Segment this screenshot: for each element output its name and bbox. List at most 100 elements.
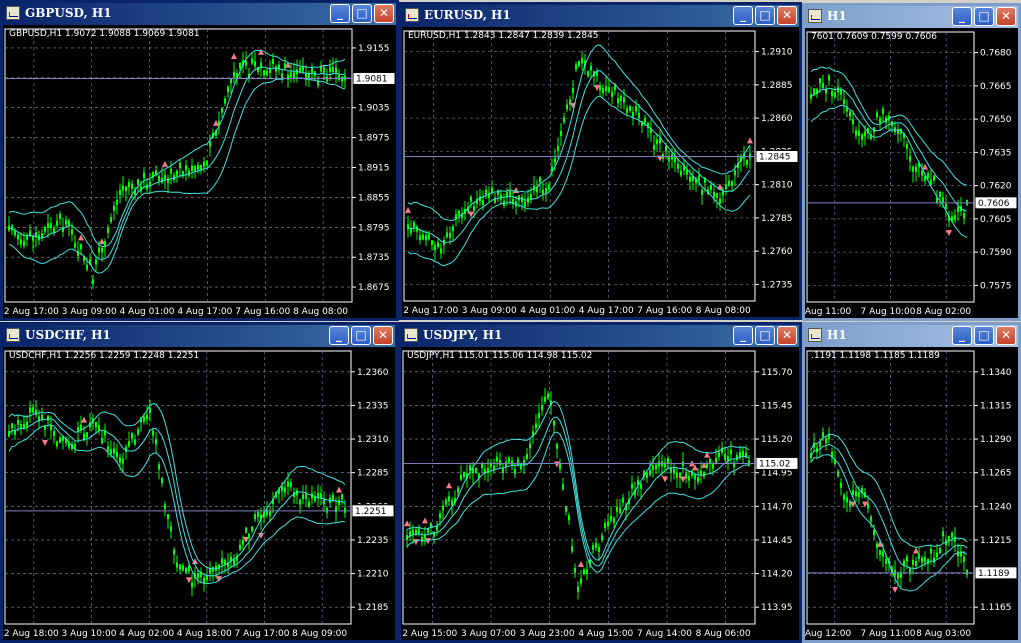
chart-window-gbpusd[interactable]: GBPUSD, H1 _□✕ 1.91551.90951.90351.89751.8… (0, 0, 399, 321)
close-button[interactable]: ✕ (374, 4, 394, 23)
title-bar[interactable]: USDJPY, H1 _ □ ✕ (401, 325, 799, 347)
price-chart[interactable]: 1.29101.28851.28601.28351.28101.27851.27… (402, 27, 799, 317)
y-axis-tick: 1.8915 (358, 164, 390, 174)
x-axis-tick: 4 Aug 02:00 (119, 629, 174, 639)
fractal-arrow (446, 482, 452, 489)
price-chart[interactable]: 1.23601.23351.23101.22851.22601.22351.22… (3, 347, 395, 640)
price-chart[interactable]: 115.70 115.45 115.20 114.95 114.70 114.45 114.… (401, 347, 799, 640)
chart-window-icon[interactable] (6, 6, 20, 20)
price-chart[interactable]: 0.7680 0.7665 0.7650 0.7635 0.7620 0.7605 0.75… (805, 28, 1018, 318)
x-axis-tick: 8 Aug 08:00 (696, 306, 751, 316)
fractal-arrow (913, 547, 919, 554)
x-axis-tick: 8 Aug 08:00 (293, 307, 348, 317)
price-chart[interactable]: 1.1340 1.1315 1.1290 1.1265 1.1240 1.1215 1.11… (805, 347, 1018, 640)
fractal-arrow (404, 520, 410, 527)
y-axis-tick: 0.7575 (980, 281, 1012, 291)
close-button[interactable]: ✕ (777, 6, 797, 25)
fractal-arrow (258, 48, 264, 55)
y-axis-tick: 1.2735 (761, 280, 793, 290)
y-axis-tick: 1.2335 (357, 401, 389, 411)
minimize-button[interactable]: _ (952, 7, 972, 26)
band-line (406, 431, 750, 573)
y-axis-tick: 1.1340 (980, 368, 1012, 378)
y-axis-tick: 1.2760 (761, 247, 793, 257)
x-axis-tick: 2 Aug 17:00 (4, 307, 59, 317)
y-axis-tick: 114.70 (761, 502, 793, 512)
title-bar[interactable]: EURUSD, H1 _ □ ✕ (402, 5, 799, 27)
y-axis-tick: 1.2210 (357, 570, 389, 580)
chart-window-icon[interactable] (6, 328, 20, 342)
title-bar[interactable]: H1 _ □ ✕ (805, 6, 1018, 28)
chart-window-icon[interactable] (808, 9, 822, 23)
y-axis-tick: 1.2810 (761, 181, 793, 191)
window-title: EURUSD, H1 (424, 8, 511, 22)
y-axis-tick: 115.45 (761, 401, 793, 411)
band-line (9, 66, 346, 261)
y-axis-tick: 1.2885 (761, 81, 793, 91)
symbol-info: USDCHF,H1 1.2256 1.2259 1.2248 1.2251 (9, 351, 200, 361)
close-button[interactable]: ✕ (373, 326, 393, 345)
x-axis-tick: 2 Aug 15:00 (402, 629, 457, 639)
x-axis-tick: 7 Aug 10:00 (861, 307, 916, 317)
close-button[interactable]: ✕ (996, 326, 1016, 345)
chart-window-icon[interactable] (808, 328, 822, 342)
x-axis-tick: 7 Aug 17:00 (235, 629, 290, 639)
chart-window-icon[interactable] (404, 328, 418, 342)
title-bar[interactable]: USDCHF, H1 _ □ ✕ (3, 325, 395, 347)
x-axis-tick: 4 Aug 18:00 (177, 629, 232, 639)
fractal-arrow (747, 137, 753, 144)
maximize-button[interactable]: □ (974, 7, 994, 26)
fractal-arrow (231, 53, 237, 60)
window-title: GBPUSD, H1 (25, 6, 112, 20)
y-axis-tick: 1.1240 (980, 502, 1012, 512)
x-axis-tick: 7 Aug 14:00 (637, 629, 692, 639)
symbol-info: USDJPY,H1 115.01 115.06 114.98 115.02 (407, 351, 593, 361)
minimize-button[interactable]: _ (733, 326, 753, 345)
chart-window-icon[interactable] (405, 8, 419, 22)
current-price-label: 0.7606 (978, 199, 1010, 209)
fractal-arrow (892, 586, 898, 593)
y-axis-tick: 1.1165 (980, 603, 1012, 613)
y-axis-tick: 0.7665 (980, 82, 1012, 92)
fractal-arrow (42, 440, 48, 447)
chart-window-usdjpy[interactable]: USDJPY, H1 _ □ ✕ 115.70 115.45 115.20 114.95 114… (398, 322, 802, 643)
fractal-arrow (81, 416, 87, 423)
maximize-button[interactable]: □ (755, 326, 775, 345)
minimize-button[interactable]: _ (733, 6, 753, 25)
y-axis-tick: 1.1290 (980, 435, 1012, 445)
chart-window-h1-right-bottom[interactable]: H1 _ □ ✕ 1.1340 1.1315 1.1290 1.1265 1.1240 1.121… (802, 322, 1021, 643)
x-axis-tick: Aug 12:00 (805, 629, 851, 639)
current-price-label: 1.2845 (759, 152, 791, 162)
y-axis-tick: 1.8795 (358, 223, 390, 233)
minimize-button[interactable]: _ (330, 4, 350, 23)
y-axis-tick: 1.2310 (357, 435, 389, 445)
current-price-label: 1.1189 (978, 569, 1010, 579)
title-bar[interactable]: H1 _ □ ✕ (805, 325, 1018, 347)
x-axis-tick: 7 Aug 16:00 (637, 306, 692, 316)
x-axis-tick: 3 Aug 09:00 (62, 307, 117, 317)
y-axis-tick: 0.7635 (980, 148, 1012, 158)
maximize-button[interactable]: □ (352, 4, 372, 23)
minimize-button[interactable]: _ (329, 326, 349, 345)
y-axis-tick: 1.2285 (357, 469, 389, 479)
x-axis-tick: 2 Aug 18:00 (4, 629, 59, 639)
chart-window-usdchf[interactable]: USDCHF, H1 _ □ ✕ 1.2360 1.2335 1.2310 1.2285 1.2… (0, 322, 398, 643)
x-axis-tick: 4 Aug 17:00 (177, 307, 232, 317)
symbol-info: EURUSD,H1 1.2843 1.2847 1.2839 1.2845 (408, 31, 599, 41)
y-axis-tick: 1.8675 (358, 283, 390, 293)
close-button[interactable]: ✕ (996, 7, 1016, 26)
price-chart[interactable]: 1.91551.90951.90351.89751.89151.88551.87… (3, 25, 396, 318)
y-axis-tick: 1.2860 (761, 114, 793, 124)
maximize-button[interactable]: □ (974, 326, 994, 345)
title-bar[interactable]: GBPUSD, H1 _ □ ✕ (3, 3, 396, 25)
chart-window-eurusd[interactable]: EURUSD, H1_□✕1.29101.28851.28601.28351.2… (399, 2, 802, 320)
maximize-button[interactable]: □ (351, 326, 371, 345)
y-axis-tick: 1.1265 (980, 469, 1012, 479)
symbol-info: 7601 0.7609 0.7599 0.7606 (811, 32, 937, 42)
y-axis-tick: 1.2360 (357, 368, 389, 378)
minimize-button[interactable]: _ (952, 326, 972, 345)
x-axis-tick: 4 Aug 01:00 (520, 306, 575, 316)
close-button[interactable]: ✕ (777, 326, 797, 345)
chart-window-h1-right-top[interactable]: H1 _ □ ✕ 0.7680 0.7665 0.7650 0.7635 0.7620 0.760… (802, 3, 1021, 321)
maximize-button[interactable]: □ (755, 6, 775, 25)
